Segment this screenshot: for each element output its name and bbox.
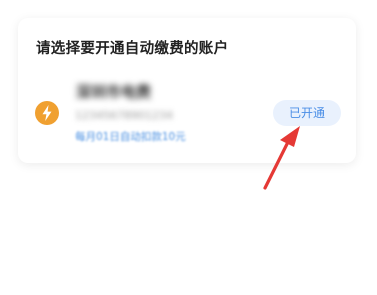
card-title: 请选择要开通自动缴费的账户 — [36, 41, 229, 57]
account-name: 深圳市电费 — [76, 83, 152, 101]
annotation-arrow — [263, 126, 300, 190]
account-number: 12345678901234 — [75, 109, 173, 122]
auto-pay-rule: 每月01日自动扣款10元 — [75, 131, 186, 143]
annotation-arrow-head — [280, 126, 300, 147]
annotation-arrow-shaft — [263, 140, 290, 190]
lightning-bolt-icon — [35, 101, 59, 125]
